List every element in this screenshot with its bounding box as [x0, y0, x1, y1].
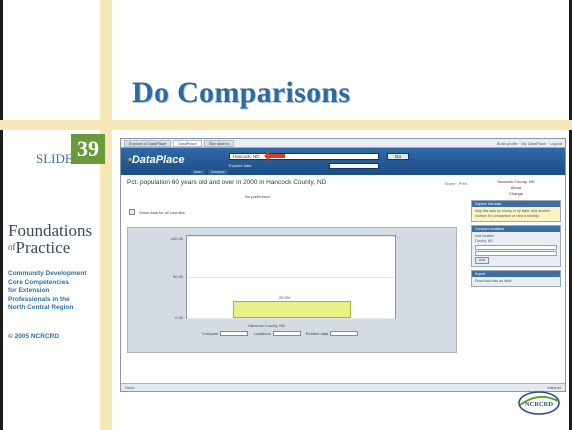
- copyright: © 2005 NCRCRD: [8, 333, 60, 340]
- sidebar-box: Compare locations Add location County, N…: [471, 225, 561, 267]
- logo-text: NCRCRD: [525, 401, 553, 408]
- gridline: [187, 318, 395, 319]
- dataplace-logo-text: DataPlace: [131, 154, 185, 166]
- sub-nav: Main Compare: [191, 170, 228, 175]
- app-header: •DataPlace Hancock, ND Go Explore data M…: [121, 148, 565, 175]
- chart-title: No preference: [245, 194, 271, 199]
- brand-amp: of: [8, 242, 16, 252]
- show-all-label: Show data for all counties: [139, 210, 185, 215]
- browser-tab-active[interactable]: DataPlace: [173, 140, 202, 147]
- data-select[interactable]: [329, 163, 379, 169]
- related-select[interactable]: [330, 331, 359, 336]
- result-tools[interactable]: Share · Print: [445, 181, 467, 186]
- sidebar-box-body: Map this data by county or by state. Add…: [472, 207, 560, 221]
- subtitle-line: Professionals in the: [8, 295, 70, 303]
- gridline: [187, 236, 395, 237]
- subtitle-line: North Central Region: [8, 304, 74, 311]
- y-tick-label: 50.00: [172, 274, 183, 279]
- brand-line1: Foundations: [8, 221, 93, 240]
- compare-control[interactable]: Compare: [202, 331, 249, 336]
- browser-status-bar: Done Internet: [121, 383, 565, 391]
- ncrcrd-logo: NCRCRD: [518, 391, 560, 415]
- subtitle-block: Community Development Core Competencies …: [8, 270, 102, 313]
- browser-tab[interactable]: Explore in DataPlace: [124, 140, 172, 147]
- locations-control[interactable]: Locations: [253, 331, 301, 336]
- dataplace-logo[interactable]: •DataPlace: [128, 154, 184, 166]
- location-field[interactable]: [475, 245, 557, 250]
- location-field[interactable]: [475, 251, 557, 256]
- subtitle-line: Core Competencies: [8, 278, 70, 286]
- y-tick-label: 100.00: [170, 236, 183, 241]
- chart-frame: 100.00 50.00 0.00 20.3% Hancock County, ND …: [127, 227, 457, 353]
- sidebar-box-body[interactable]: Download data as table: [472, 277, 560, 286]
- related-control[interactable]: Related data: [306, 331, 359, 336]
- x-axis-label: Hancock County, ND: [248, 323, 286, 328]
- foundations-practice-logo: Foundations ofPractice: [8, 222, 92, 256]
- chart-controls: Compare Locations Related data: [202, 331, 359, 336]
- right-sidebar: Hancock County, ND About Change Explore …: [471, 179, 561, 379]
- add-location-button[interactable]: Add: [475, 257, 490, 264]
- sidebar-box: Export Download data as table: [471, 270, 561, 287]
- gridline: [187, 277, 395, 278]
- chart-area: No preference Show data for all counties…: [127, 191, 457, 381]
- locations-label: Locations: [253, 331, 271, 336]
- slide-number: 39: [71, 134, 105, 164]
- subtitle-line: for Extension: [8, 287, 50, 294]
- slide-horizontal-bar: [0, 120, 572, 130]
- subtitle-line: Community Development: [8, 270, 87, 277]
- slide-title: Do Comparisons: [132, 76, 351, 109]
- slide-left-border: [0, 0, 3, 430]
- slide-vertical-bar: [100, 0, 112, 430]
- compare-select[interactable]: [220, 331, 249, 336]
- related-label: Related data: [305, 331, 329, 336]
- search-hint: Explore data: [229, 163, 252, 168]
- sidebar-box-body: Add location County, ND Add: [472, 232, 560, 266]
- embedded-screenshot: Explore in DataPlace DataPlace Site sear…: [120, 138, 566, 392]
- subnav-item[interactable]: Main: [191, 170, 205, 175]
- chart-bar[interactable]: [233, 301, 351, 318]
- brand-line2: Practice: [15, 238, 71, 257]
- slide-label: SLIDE: [36, 151, 73, 166]
- locations-select[interactable]: [272, 331, 301, 336]
- location-info: Hancock County, ND About Change: [497, 179, 535, 196]
- account-links[interactable]: Build profile · My DataPlace · Logout: [497, 140, 562, 146]
- subnav-item[interactable]: Compare: [207, 170, 228, 175]
- go-button[interactable]: Go: [387, 153, 409, 160]
- result-title: Pct. population 60 years old and over in…: [127, 179, 327, 186]
- plot-area: 100.00 50.00 0.00 20.3%: [171, 235, 396, 320]
- browser-tab-bar: Explore in DataPlace DataPlace Site sear…: [121, 139, 565, 148]
- sidebar-box: Explore this data Map this data by count…: [471, 200, 561, 222]
- location-search-input[interactable]: Hancock, ND: [229, 153, 379, 160]
- compare-label: Compare: [202, 331, 219, 336]
- status-left: Done: [125, 385, 135, 390]
- bar-value-label: 20.3%: [279, 295, 291, 301]
- show-all-checkbox[interactable]: [129, 209, 135, 215]
- red-arrow-icon: [264, 151, 285, 161]
- sidebar-box-text: Add location County, ND: [475, 234, 495, 243]
- y-tick-label: 0.00: [175, 315, 183, 320]
- browser-tab[interactable]: Site search: [203, 140, 234, 147]
